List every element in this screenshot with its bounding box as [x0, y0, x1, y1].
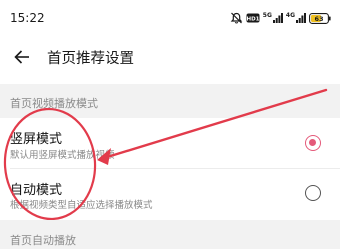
- signal-5g-icon: 5G: [262, 11, 283, 23]
- option-auto-mode-description: 根据视频类型自适应选择播放模式: [10, 200, 153, 211]
- signal-4g-icon: 4G: [285, 11, 306, 23]
- arrow-left-icon: [14, 50, 29, 64]
- section-header-autoplay: 首页自动播放: [0, 220, 340, 249]
- battery-icon: 63: [309, 12, 331, 24]
- option-auto-mode[interactable]: 自动模式 根据视频类型自适应选择播放模式: [0, 169, 340, 217]
- radio-auto-mode[interactable]: [305, 185, 321, 201]
- option-vertical-mode[interactable]: 竖屏模式 默认用竖屏模式播放视频: [0, 118, 340, 168]
- section-label-playback-mode: 首页视频播放模式: [10, 97, 98, 110]
- signal-4g-label: 4G: [285, 11, 295, 19]
- option-vertical-mode-description: 默认用竖屏模式播放视频: [10, 150, 115, 161]
- status-time: 15:22: [10, 11, 45, 25]
- section-label-autoplay: 首页自动播放: [10, 234, 76, 247]
- page-title: 首页推荐设置: [47, 50, 134, 67]
- page-header: 首页推荐设置: [0, 36, 340, 78]
- status-icons: HD1 5G 4G 63: [230, 12, 331, 24]
- back-button[interactable]: [2, 36, 42, 78]
- hd-badge-icon: HD1: [246, 13, 260, 23]
- hd-badge-text: HD1: [246, 16, 259, 22]
- battery-level-text: 63: [314, 15, 323, 23]
- status-bar: 15:22 HD1 5G 4G 63: [0, 0, 340, 36]
- mute-bell-icon: [230, 12, 243, 24]
- radio-vertical-mode[interactable]: [305, 135, 321, 151]
- option-auto-mode-title: 自动模式: [10, 183, 63, 198]
- section-header-playback-mode: 首页视频播放模式: [0, 84, 340, 118]
- option-vertical-mode-title: 竖屏模式: [10, 132, 63, 147]
- signal-5g-label: 5G: [262, 11, 272, 19]
